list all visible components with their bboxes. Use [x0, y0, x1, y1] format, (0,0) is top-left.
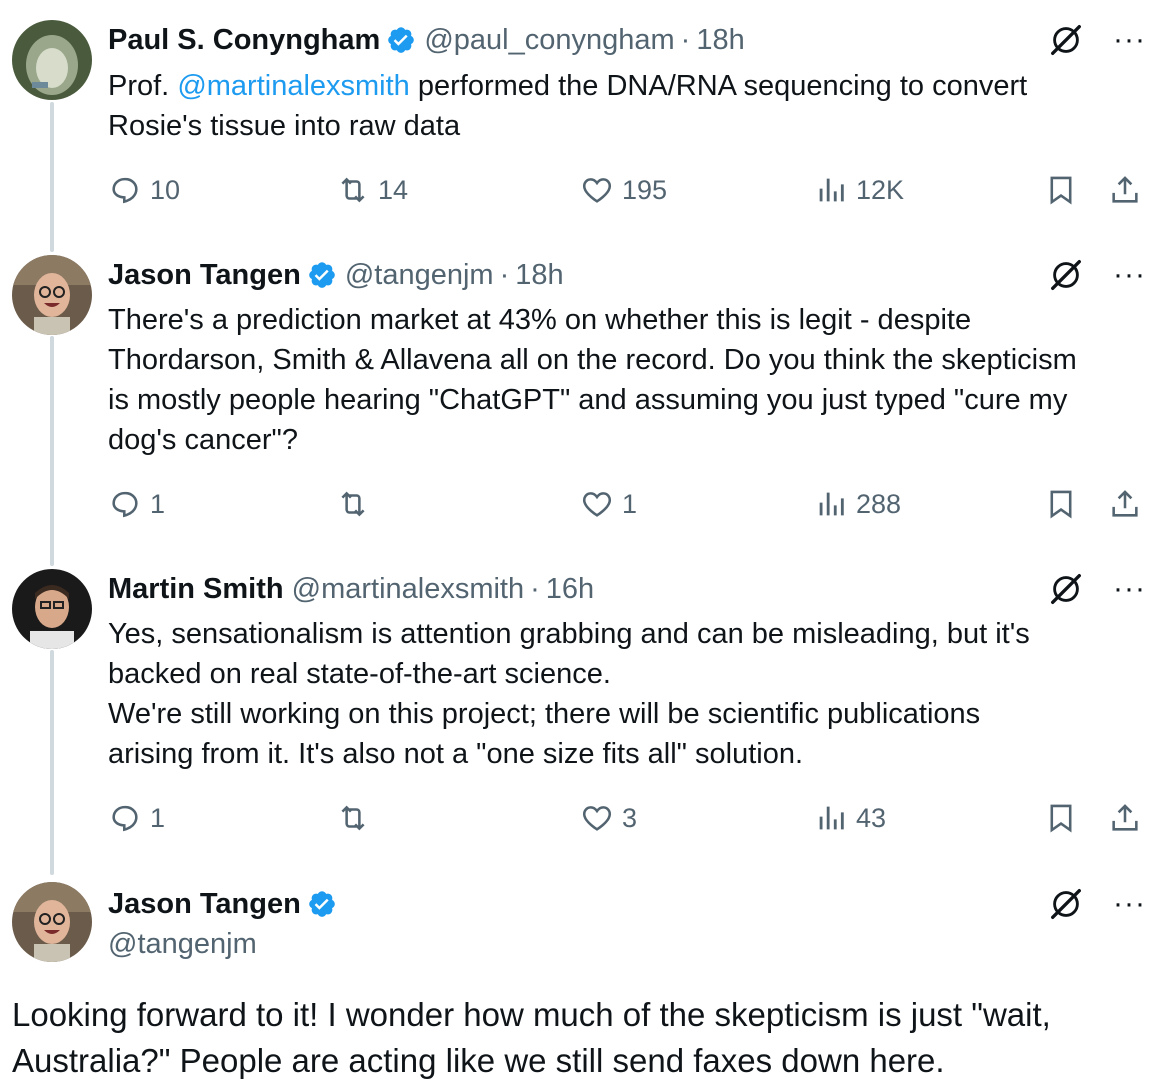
share-icon: [1112, 490, 1138, 517]
views-count: 43: [856, 802, 887, 833]
reply-count: 10: [150, 174, 181, 205]
like-count: 3: [622, 802, 638, 833]
reply-icon: [112, 491, 138, 518]
like-button[interactable]: 1: [580, 484, 637, 524]
like-icon: [582, 806, 612, 831]
avatar[interactable]: [12, 20, 92, 100]
reply-count: 1: [150, 488, 166, 519]
views-button[interactable]: 12K: [814, 170, 904, 210]
like-count: 1: [622, 488, 638, 519]
tweet-text: Prof. @martinalexsmith performed the DNA…: [108, 66, 1142, 146]
like-count: 195: [622, 174, 668, 205]
reply-button[interactable]: 1: [108, 484, 165, 524]
reply-button[interactable]: 1: [108, 798, 165, 838]
timestamp[interactable]: 18h: [696, 24, 744, 57]
author-name[interactable]: Jason Tangen: [108, 888, 301, 921]
share-button[interactable]: [1108, 170, 1142, 210]
like-button[interactable]: 195: [580, 170, 667, 210]
action-bar: 1 1 288: [108, 484, 1142, 524]
share-icon: [1112, 176, 1138, 203]
grok-icon[interactable]: [1047, 256, 1085, 294]
repost-button[interactable]: [336, 484, 370, 524]
share-button[interactable]: [1108, 798, 1142, 838]
like-icon: [582, 492, 612, 517]
separator-dot: ·: [680, 23, 691, 56]
views-icon: [819, 806, 844, 830]
grok-icon[interactable]: [1047, 885, 1085, 923]
more-icon[interactable]: ···: [1113, 25, 1146, 55]
author-name[interactable]: Martin Smith: [108, 573, 284, 606]
share-icon: [1112, 804, 1138, 831]
repost-icon: [341, 177, 365, 203]
author-handle[interactable]: @paul_conyngham: [424, 24, 674, 57]
author-name[interactable]: Jason Tangen: [108, 259, 301, 292]
bookmark-icon: [1050, 490, 1072, 519]
bookmark-button[interactable]: [1044, 170, 1078, 210]
reply-icon: [112, 177, 138, 204]
avatar[interactable]: [12, 255, 92, 335]
verified-badge-icon: [309, 262, 335, 288]
thread-line: [50, 650, 54, 875]
author-handle[interactable]: @tangenjm: [345, 259, 494, 292]
main-tweet-text: Looking forward to it! I wonder how much…: [12, 996, 1051, 1079]
separator-dot: ·: [530, 572, 540, 605]
bookmark-icon: [1050, 804, 1072, 833]
grok-icon[interactable]: [1047, 21, 1085, 59]
repost-button[interactable]: [336, 798, 370, 838]
thread-line: [50, 336, 54, 566]
tweet-text: Yes, sensationalism is attention grabbin…: [108, 618, 1030, 770]
like-icon: [582, 178, 612, 203]
bookmark-icon: [1050, 176, 1072, 205]
reply-icon: [112, 805, 138, 832]
reply-button[interactable]: 10: [108, 170, 180, 210]
timestamp[interactable]: 16h: [546, 573, 594, 606]
avatar[interactable]: [12, 569, 92, 649]
more-icon[interactable]: ···: [1113, 574, 1146, 604]
author-name[interactable]: Paul S. Conyngham: [108, 24, 380, 57]
verified-badge-icon: [388, 27, 415, 53]
thread-line: [50, 102, 54, 252]
views-count: 288: [856, 488, 902, 519]
repost-count: 14: [378, 174, 409, 205]
like-button[interactable]: 3: [580, 798, 637, 838]
views-icon: [819, 178, 844, 202]
bookmark-button[interactable]: [1044, 798, 1078, 838]
mention-link[interactable]: @martinalexsmith: [177, 70, 410, 102]
text-before: Prof.: [108, 70, 178, 102]
grok-icon[interactable]: [1047, 570, 1085, 608]
verified-badge-icon: [309, 891, 335, 917]
views-count: 12K: [856, 174, 905, 205]
avatar[interactable]: [12, 882, 92, 962]
timestamp[interactable]: 18h: [515, 259, 563, 292]
repost-icon: [341, 805, 365, 831]
action-bar: 1 3 43: [108, 798, 1142, 838]
bookmark-button[interactable]: [1044, 484, 1078, 524]
repost-icon: [341, 491, 365, 517]
views-icon: [819, 492, 844, 516]
action-bar: 10 14 195 12K: [108, 170, 1142, 210]
tweet-text: There's a prediction market at 43% on wh…: [108, 304, 1077, 456]
more-icon[interactable]: ···: [1113, 260, 1146, 290]
repost-button[interactable]: 14: [336, 170, 408, 210]
views-button[interactable]: 43: [814, 798, 886, 838]
share-button[interactable]: [1108, 484, 1142, 524]
views-button[interactable]: 288: [814, 484, 901, 524]
author-handle[interactable]: @martinalexsmith: [292, 573, 525, 606]
reply-count: 1: [150, 802, 166, 833]
more-icon[interactable]: ···: [1113, 889, 1146, 919]
author-handle[interactable]: @tangenjm: [108, 928, 257, 961]
separator-dot: ·: [499, 258, 510, 291]
